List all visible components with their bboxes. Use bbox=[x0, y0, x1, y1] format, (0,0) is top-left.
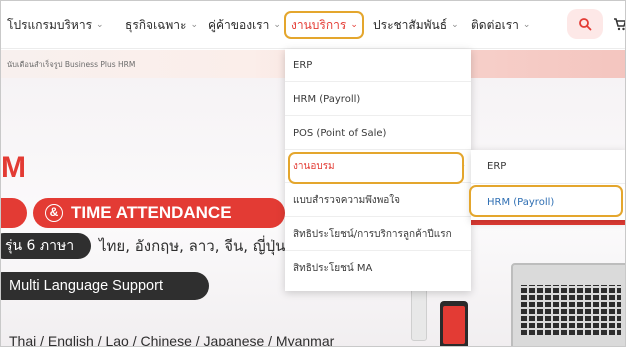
language-list: ไทย, อังกฤษ, ลาว, จีน, ญี่ปุ่น bbox=[99, 237, 286, 255]
supported-languages: Thai / English / Lao / Chinese / Japanes… bbox=[9, 333, 335, 347]
chevron-down-icon: ⌄ bbox=[273, 20, 281, 30]
cart-icon bbox=[614, 18, 625, 31]
laptop-illustration bbox=[511, 263, 625, 346]
menu-item-label: สิทธิประโยชน์ MA bbox=[293, 263, 373, 274]
search-button[interactable] bbox=[567, 9, 603, 39]
nav-item-contact[interactable]: ติดต่อเรา ⌄ bbox=[471, 16, 530, 34]
cart-button[interactable] bbox=[613, 17, 625, 31]
menu-item-label: สิทธิประโยชน์/การบริการลูกค้าปีแรก bbox=[293, 228, 452, 240]
nav-item-specific-business[interactable]: ธุรกิจเฉพาะ ⌄ bbox=[125, 16, 198, 34]
highlight-services bbox=[284, 11, 364, 39]
menu-item-ma-benefits[interactable]: สิทธิประโยชน์ MA bbox=[285, 252, 471, 285]
highlight-training bbox=[288, 152, 464, 184]
menu-item-hrm-payroll[interactable]: HRM (Payroll) bbox=[285, 83, 471, 116]
menu-item-pos[interactable]: POS (Point of Sale) bbox=[285, 117, 471, 150]
nav-label: ติดต่อเรา bbox=[471, 17, 519, 32]
nav-label: ธุรกิจเฉพาะ bbox=[125, 17, 187, 32]
chevron-down-icon: ⌄ bbox=[96, 20, 104, 30]
language-edition-pill: รุ่น 6 ภาษา bbox=[1, 233, 91, 259]
menu-item-label: HRM (Payroll) bbox=[293, 93, 361, 105]
menu-item-label: แบบสำรวจความพึงพอใจ bbox=[293, 194, 401, 206]
chevron-down-icon: ⌄ bbox=[451, 20, 459, 30]
hero-title-fragment: M bbox=[1, 151, 26, 184]
browser-viewport: M & TIME ATTENDANCE รุ่น 6 ภาษา ไทย, อัง… bbox=[0, 0, 626, 347]
phone-illustration bbox=[440, 301, 468, 346]
ampersand-icon: & bbox=[45, 204, 63, 222]
menu-item-satisfaction-survey[interactable]: แบบสำรวจความพึงพอใจ bbox=[285, 184, 471, 217]
multi-language-pill: Multi Language Support bbox=[1, 272, 209, 300]
nav-item-public-relations[interactable]: ประชาสัมพันธ์ ⌄ bbox=[373, 16, 459, 34]
nav-item-management-software[interactable]: โปรแกรมบริหาร ⌄ bbox=[7, 16, 104, 34]
submenu-item-erp[interactable]: ERP bbox=[471, 150, 625, 184]
menu-item-label: POS (Point of Sale) bbox=[293, 127, 387, 139]
time-attendance-label: TIME ATTENDANCE bbox=[71, 203, 232, 222]
chevron-down-icon: ⌄ bbox=[522, 20, 531, 30]
time-attendance-pill: & TIME ATTENDANCE bbox=[33, 198, 285, 228]
nav-label: โปรแกรมบริหาร bbox=[7, 17, 93, 32]
chevron-down-icon: ⌄ bbox=[190, 20, 198, 30]
menu-item-erp[interactable]: ERP bbox=[285, 49, 471, 82]
nav-label: คู่ค้าของเรา bbox=[208, 17, 270, 32]
highlight-hrm-payroll bbox=[469, 185, 623, 217]
menu-item-label: ERP bbox=[293, 59, 313, 71]
submenu-item-label: ERP bbox=[487, 161, 507, 172]
breadcrumb[interactable]: นับเดือนสำเร็จรูป Business Plus HRM bbox=[7, 59, 135, 71]
nav-item-partners[interactable]: คู่ค้าของเรา ⌄ bbox=[208, 16, 281, 34]
nav-label: ประชาสัมพันธ์ bbox=[373, 17, 448, 32]
top-navigation: โปรแกรมบริหาร ⌄ ธุรกิจเฉพาะ ⌄ คู่ค้าของเรา… bbox=[1, 1, 625, 49]
search-icon bbox=[579, 18, 592, 31]
menu-item-first-year-benefits[interactable]: สิทธิประโยชน์/การบริการลูกค้าปีแรก bbox=[285, 218, 471, 251]
